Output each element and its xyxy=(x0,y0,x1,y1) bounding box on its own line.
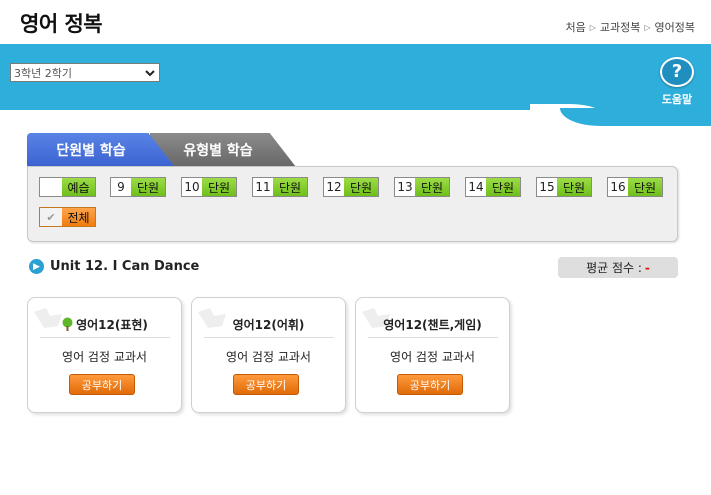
unit-label: 단원 xyxy=(628,178,662,196)
semester-select-value: 3학년 2학기 xyxy=(14,66,72,80)
study-button[interactable]: 공부하기 xyxy=(233,374,299,395)
average-score-value: - xyxy=(644,260,650,275)
unit-button-14[interactable]: 14 단원 xyxy=(465,177,521,197)
study-card-chant-game: 영어12(챈트,게임) 영어 검정 교과서 공부하기 xyxy=(355,297,510,413)
study-card-vocabulary: 영어12(어휘) 영어 검정 교과서 공부하기 xyxy=(191,297,346,413)
unit-number: 13 xyxy=(397,180,413,194)
page-title: 영어 정복 xyxy=(20,12,103,36)
tree-icon xyxy=(62,317,73,331)
breadcrumb-subjects[interactable]: 교과정복 xyxy=(600,19,640,35)
unit-label: 단원 xyxy=(273,178,307,196)
unit-panel: 예습 9 단원 10 단원 11 단원 12 단원 13 단원 14 단원 15… xyxy=(27,166,678,242)
study-button[interactable]: 공부하기 xyxy=(69,374,135,395)
unit-label: 단원 xyxy=(202,178,236,196)
average-score: 평균 점수 : - xyxy=(558,257,678,278)
card-divider xyxy=(204,337,334,338)
unit-label: 단원 xyxy=(344,178,378,196)
card-title-text: 영어12(표현) xyxy=(76,318,148,332)
unit-number: 11 xyxy=(255,180,271,194)
help-button[interactable]: ? 도움말 xyxy=(656,57,698,111)
triangle-separator-icon: ▷ xyxy=(644,22,651,32)
unit-button-15[interactable]: 15 단원 xyxy=(536,177,592,197)
header: 영어 정복 처음 ▷ 교과정복 ▷ 영어정복 xyxy=(0,0,711,44)
unit-number: 12 xyxy=(326,180,342,194)
preview-blank xyxy=(40,178,62,196)
unit-title: Unit 12. I Can Dance xyxy=(50,259,200,274)
help-icon: ? xyxy=(660,57,694,87)
unit-label: 단원 xyxy=(486,178,520,196)
unit-label: 단원 xyxy=(415,178,449,196)
card-title: 영어12(어휘) xyxy=(232,318,305,332)
card-subtitle: 영어 검정 교과서 xyxy=(226,350,311,364)
unit-label: 단원 xyxy=(131,178,165,196)
unit-button-10[interactable]: 10 단원 xyxy=(181,177,237,197)
unit-number: 10 xyxy=(184,180,200,194)
all-units-button[interactable]: ✔ 전체 xyxy=(39,207,96,227)
tab-type-study[interactable]: 유형별 학습 xyxy=(150,133,296,167)
card-divider xyxy=(40,337,170,338)
unit-button-9[interactable]: 9 단원 xyxy=(110,177,166,197)
study-card-expression: 영어12(표현) 영어 검정 교과서 공부하기 xyxy=(27,297,182,413)
all-units-label: 전체 xyxy=(62,208,95,226)
card-title: 영어12(챈트,게임) xyxy=(383,318,482,332)
check-icon: ✔ xyxy=(40,208,62,226)
card-subtitle: 영어 검정 교과서 xyxy=(62,350,147,364)
breadcrumb-current: 영어정복 xyxy=(654,21,695,34)
unit-button-16[interactable]: 16 단원 xyxy=(607,177,663,197)
card-divider xyxy=(368,337,498,338)
unit-label: 단원 xyxy=(557,178,591,196)
breadcrumb: 처음 ▷ 교과정복 ▷ 영어정복 xyxy=(565,19,695,35)
unit-number: 9 xyxy=(117,180,125,194)
unit-number: 15 xyxy=(539,180,555,194)
semester-select[interactable]: 3학년 2학기 xyxy=(10,63,160,82)
help-label: 도움말 xyxy=(661,93,693,106)
unit-button-12[interactable]: 12 단원 xyxy=(323,177,379,197)
card-subtitle: 영어 검정 교과서 xyxy=(390,350,475,364)
unit-button-13[interactable]: 13 단원 xyxy=(394,177,450,197)
unit-button-11[interactable]: 11 단원 xyxy=(252,177,308,197)
preview-label: 예습 xyxy=(62,178,95,196)
chevron-down-icon xyxy=(145,70,155,77)
study-button[interactable]: 공부하기 xyxy=(397,374,463,395)
unit-number: 14 xyxy=(468,180,484,194)
triangle-separator-icon: ▷ xyxy=(589,22,596,32)
unit-heading: ▶ Unit 12. I Can Dance xyxy=(29,259,199,274)
unit-number: 16 xyxy=(610,180,626,194)
breadcrumb-home[interactable]: 처음 xyxy=(565,19,585,35)
play-bullet-icon: ▶ xyxy=(29,259,44,274)
card-title: 영어12(표현) xyxy=(28,316,181,333)
average-score-label: 평균 점수 : xyxy=(586,261,642,275)
preview-button[interactable]: 예습 xyxy=(39,177,96,197)
